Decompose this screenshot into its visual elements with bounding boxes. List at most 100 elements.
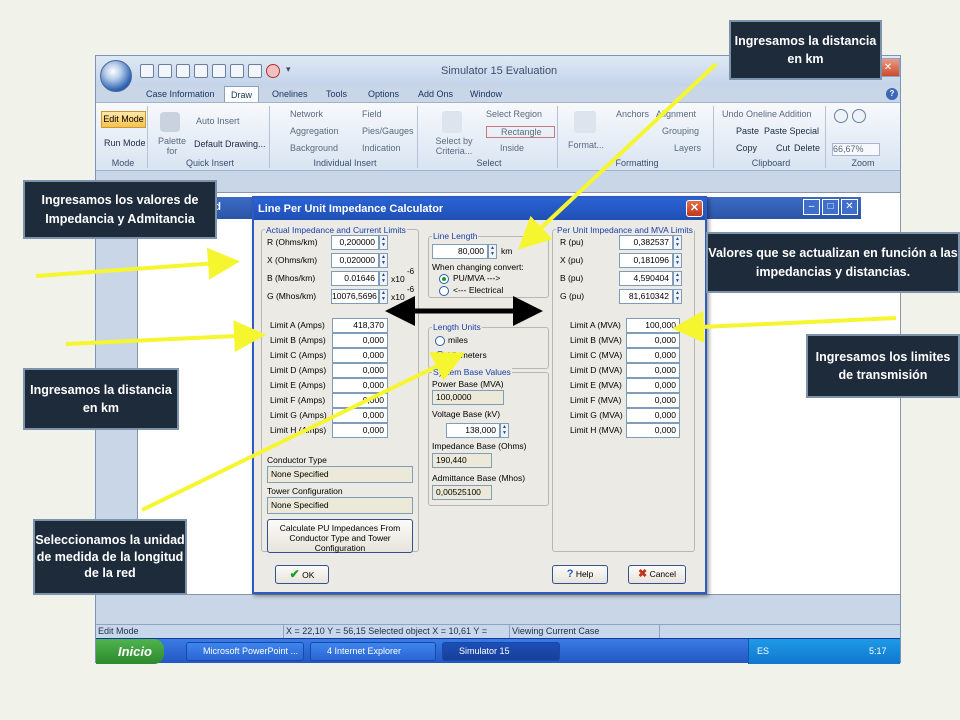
auto-insert-button[interactable]: Auto Insert bbox=[196, 116, 240, 126]
voltage-base-spinner[interactable]: ▲ ▼ bbox=[500, 423, 509, 438]
layers-menu[interactable]: Layers bbox=[674, 143, 701, 153]
pu-limit-input[interactable]: 0,000 bbox=[626, 348, 680, 363]
palette-for-button[interactable]: Palette for bbox=[156, 136, 188, 156]
open-icon[interactable] bbox=[158, 64, 172, 78]
oneline-minimize-icon[interactable]: – bbox=[803, 199, 820, 215]
ok-button[interactable]: ✔ OK bbox=[275, 565, 329, 584]
pu-field-spinner[interactable]: ▲ ▼ bbox=[673, 253, 682, 268]
paste-button[interactable]: Paste bbox=[736, 126, 759, 136]
actual-limit-input[interactable]: 0,000 bbox=[332, 423, 388, 438]
tab-options[interactable]: Options bbox=[362, 86, 405, 102]
actual-field-spinner[interactable]: ▲ ▼ bbox=[379, 289, 388, 304]
stop-icon[interactable] bbox=[266, 64, 280, 78]
case-icon[interactable] bbox=[176, 64, 190, 78]
actual-field-spinner[interactable]: ▲ ▼ bbox=[379, 271, 388, 286]
line-length-input[interactable]: 80,000 bbox=[432, 244, 488, 259]
pu-limit-input[interactable]: 0,000 bbox=[626, 423, 680, 438]
help-button[interactable]: ? Help bbox=[552, 565, 608, 584]
miles-radio[interactable] bbox=[435, 336, 445, 346]
pu-limit-input[interactable]: 100,000 bbox=[626, 318, 680, 333]
cancel-button[interactable]: ✖ Cancel bbox=[628, 565, 686, 584]
select-by-criteria-button[interactable]: Select by Criteria... bbox=[432, 136, 476, 156]
actual-limit-input[interactable]: 0,000 bbox=[332, 393, 388, 408]
pu-limit-input[interactable]: 0,000 bbox=[626, 363, 680, 378]
table-icon[interactable] bbox=[212, 64, 226, 78]
aggregation-menu[interactable]: Aggregation bbox=[290, 126, 339, 136]
format-icon[interactable] bbox=[574, 111, 596, 133]
zoom-level-select[interactable]: 66,67% bbox=[832, 143, 880, 156]
line-length-spinner[interactable]: ▲ ▼ bbox=[488, 244, 497, 259]
pu-field-input[interactable]: 0,382537 bbox=[619, 235, 673, 250]
pu-limit-input[interactable]: 0,000 bbox=[626, 333, 680, 348]
grouping-menu[interactable]: Grouping bbox=[662, 126, 699, 136]
pu-limit-input[interactable]: 0,000 bbox=[626, 408, 680, 423]
clock[interactable]: 5:17 bbox=[869, 639, 887, 664]
dialog-close-icon[interactable]: ✕ bbox=[686, 200, 703, 217]
actual-limit-input[interactable]: 0,000 bbox=[332, 408, 388, 423]
language-indicator[interactable]: ES bbox=[757, 639, 769, 664]
select-region-button[interactable]: Select Region bbox=[486, 109, 542, 119]
tab-window[interactable]: Window bbox=[464, 86, 508, 102]
actual-field-spinner[interactable]: ▲ ▼ bbox=[379, 235, 388, 250]
actual-field-input[interactable]: 10076,5696 bbox=[331, 289, 379, 304]
cut-button[interactable]: Cut bbox=[776, 143, 790, 153]
tab-case-information[interactable]: Case Information bbox=[140, 86, 221, 102]
inside-select[interactable]: Inside bbox=[486, 143, 524, 153]
run-mode-button[interactable]: Run Mode bbox=[104, 138, 146, 148]
background-menu[interactable]: Background bbox=[290, 143, 338, 153]
help-icon[interactable]: ? bbox=[886, 88, 898, 100]
calculate-pu-button[interactable]: Calculate PU Impedances From Conductor T… bbox=[267, 519, 413, 553]
save-icon[interactable] bbox=[140, 64, 154, 78]
delete-button[interactable]: Delete bbox=[794, 143, 820, 153]
kilometers-radio[interactable] bbox=[435, 351, 445, 361]
pu-field-input[interactable]: 4,590404 bbox=[619, 271, 673, 286]
actual-limit-input[interactable]: 0,000 bbox=[332, 333, 388, 348]
pu-field-spinner[interactable]: ▲ ▼ bbox=[673, 271, 682, 286]
copy-button[interactable]: Copy bbox=[736, 143, 757, 153]
format-button[interactable]: Format... bbox=[568, 140, 604, 150]
actual-limit-input[interactable]: 0,000 bbox=[332, 348, 388, 363]
actual-limit-input[interactable]: 0,000 bbox=[332, 363, 388, 378]
voltage-base-input[interactable]: 138,000 bbox=[446, 423, 500, 438]
grid-icon[interactable] bbox=[194, 64, 208, 78]
pu-field-spinner[interactable]: ▲ ▼ bbox=[673, 289, 682, 304]
oneline-maximize-icon[interactable]: □ bbox=[822, 199, 839, 215]
zoom-in-icon[interactable] bbox=[834, 109, 848, 123]
network-menu[interactable]: Network bbox=[290, 109, 323, 119]
pu-field-input[interactable]: 0,181096 bbox=[619, 253, 673, 268]
taskbar-simulator[interactable]: Simulator 15 bbox=[442, 642, 560, 661]
pu-limit-input[interactable]: 0,000 bbox=[626, 393, 680, 408]
actual-field-spinner[interactable]: ▲ ▼ bbox=[379, 253, 388, 268]
convert-electrical-radio[interactable] bbox=[439, 286, 449, 296]
paste-special-button[interactable]: Paste Special bbox=[764, 126, 819, 136]
tab-draw[interactable]: Draw bbox=[224, 86, 260, 102]
layout-icon[interactable] bbox=[230, 64, 244, 78]
actual-field-input[interactable]: 0,020000 bbox=[331, 253, 379, 268]
convert-pu-radio[interactable] bbox=[439, 274, 449, 284]
pies-gauges-menu[interactable]: Pies/Gauges bbox=[362, 126, 414, 136]
actual-field-input[interactable]: 0,200000 bbox=[331, 235, 379, 250]
taskbar-internet-explorer[interactable]: 4 Internet Explorer bbox=[310, 642, 436, 661]
tab-tools[interactable]: Tools bbox=[320, 86, 353, 102]
qat-dropdown-icon[interactable]: ▾ bbox=[286, 64, 291, 75]
edit-mode-button[interactable]: Edit Mode bbox=[101, 111, 146, 128]
rectangle-select[interactable]: Rectangle bbox=[486, 126, 555, 138]
tab-onelines[interactable]: Onelines bbox=[266, 86, 314, 102]
chart-icon[interactable] bbox=[248, 64, 262, 78]
undo-button[interactable]: Undo Oneline Addition bbox=[722, 109, 812, 119]
taskbar-powerpoint[interactable]: Microsoft PowerPoint ... bbox=[186, 642, 304, 661]
anchors-button[interactable]: Anchors bbox=[616, 109, 649, 119]
indication-menu[interactable]: Indication bbox=[362, 143, 401, 153]
actual-limit-input[interactable]: 418,370 bbox=[332, 318, 388, 333]
alignment-menu[interactable]: Alignment bbox=[656, 109, 710, 119]
select-pointer-icon[interactable] bbox=[442, 111, 462, 133]
palette-icon[interactable] bbox=[160, 112, 180, 132]
oneline-close-icon[interactable]: ✕ bbox=[841, 199, 858, 215]
actual-limit-input[interactable]: 0,000 bbox=[332, 378, 388, 393]
actual-field-input[interactable]: 0.01646 bbox=[331, 271, 379, 286]
field-menu[interactable]: Field bbox=[362, 109, 382, 119]
start-button[interactable]: Inicio bbox=[96, 639, 164, 664]
default-drawing-button[interactable]: Default Drawing... bbox=[194, 139, 266, 149]
tab-add-ons[interactable]: Add Ons bbox=[412, 86, 459, 102]
pu-limit-input[interactable]: 0,000 bbox=[626, 378, 680, 393]
